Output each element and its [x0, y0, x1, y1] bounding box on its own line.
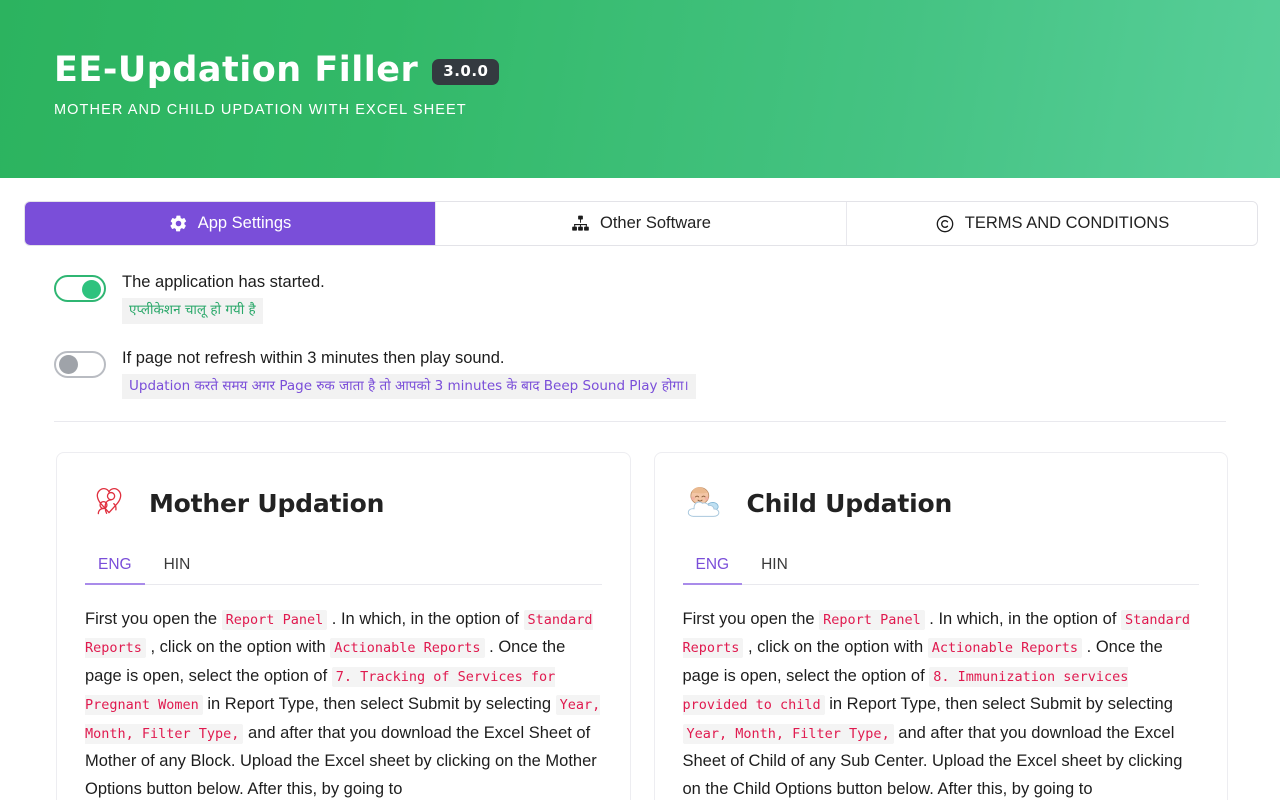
setting-text: The application has started. एप्लीकेशन च…: [122, 270, 325, 324]
inline-code: 8. Immunization services provided to chi…: [682, 666, 1129, 716]
inline-code: Actionable Reports: [927, 638, 1083, 659]
toggle-knob: [59, 355, 78, 375]
card-header: Child Updation: [683, 479, 1200, 527]
baby-on-cloud-icon: [683, 479, 731, 527]
app-title: EE-Updation Filler: [54, 50, 419, 90]
sitemap-icon: [571, 214, 590, 233]
app-subtitle: MOTHER AND CHILD UPDATION WITH EXCEL SHE…: [54, 101, 467, 118]
tab-app-settings-label: App Settings: [197, 214, 292, 232]
mother-and-child-heart-icon: [85, 479, 133, 527]
setting-hindi-label: Updation करते समय अगर Page रुक जाता है त…: [122, 373, 696, 400]
lang-tab-eng[interactable]: ENG: [682, 549, 743, 586]
lang-tab-eng[interactable]: ENG: [85, 549, 145, 586]
inline-code: Actionable Reports: [330, 638, 485, 659]
card-child-updation: Child Updation ENG HIN First you open th…: [653, 452, 1228, 800]
app-header: EE-Updation Filler 3.0.0 MOTHER AND CHIL…: [0, 0, 1280, 178]
version-badge: 3.0.0: [432, 59, 500, 86]
setting-row-page-refresh-sound: If page not refresh within 3 minutes the…: [54, 346, 1256, 400]
settings-section: The application has started. एप्लीकेशन च…: [0, 246, 1280, 400]
toggle-knob: [82, 279, 101, 299]
card-body-mother: First you open the Report Panel . In whi…: [85, 610, 601, 799]
title-row: EE-Updation Filler 3.0.0: [54, 52, 1280, 89]
language-tabs-child: ENG HIN: [682, 549, 1199, 586]
toggle-page-refresh-sound[interactable]: [54, 350, 106, 378]
tab-app-settings[interactable]: App Settings: [25, 202, 436, 245]
card-title: Mother Updation: [149, 488, 385, 518]
setting-row-application-started: The application has started. एप्लीकेशन च…: [54, 270, 1256, 324]
inline-code: Report Panel: [819, 610, 925, 631]
card-body-child: First you open the Report Panel . In whi…: [682, 610, 1191, 799]
tab-other-software[interactable]: Other Software: [436, 202, 847, 245]
setting-text: If page not refresh within 3 minutes the…: [122, 346, 696, 400]
copyright-icon: [935, 214, 955, 234]
main-tabbar: App Settings Other Software TERMS AND CO…: [24, 201, 1258, 246]
tab-other-software-label: Other Software: [600, 214, 711, 232]
card-title: Child Updation: [746, 488, 953, 518]
inline-code: Year, Month, Filter Type,: [682, 723, 894, 744]
tab-terms-and-conditions[interactable]: TERMS AND CONDITIONS: [847, 202, 1257, 245]
card-header: Mother Updation: [85, 479, 602, 527]
setting-english-label: The application has started.: [122, 273, 325, 291]
language-tabs-mother: ENG HIN: [85, 549, 602, 586]
card-mother-updation: Mother Updation ENG HIN First you open t…: [56, 452, 631, 800]
inline-code: Report Panel: [221, 610, 328, 631]
tab-terms-label: TERMS AND CONDITIONS: [964, 214, 1170, 232]
lang-tab-hin[interactable]: HIN: [151, 549, 204, 585]
toggle-application-started[interactable]: [54, 275, 106, 302]
gear-icon: [169, 214, 188, 233]
setting-english-label: If page not refresh within 3 minutes the…: [122, 348, 505, 367]
setting-hindi-label: एप्लीकेशन चालू हो गयी है: [122, 298, 263, 324]
inline-code: 7. Tracking of Services for Pregnant Wom…: [85, 666, 556, 716]
updation-cards: Mother Updation ENG HIN First you open t…: [0, 422, 1280, 800]
lang-tab-hin[interactable]: HIN: [748, 549, 801, 585]
